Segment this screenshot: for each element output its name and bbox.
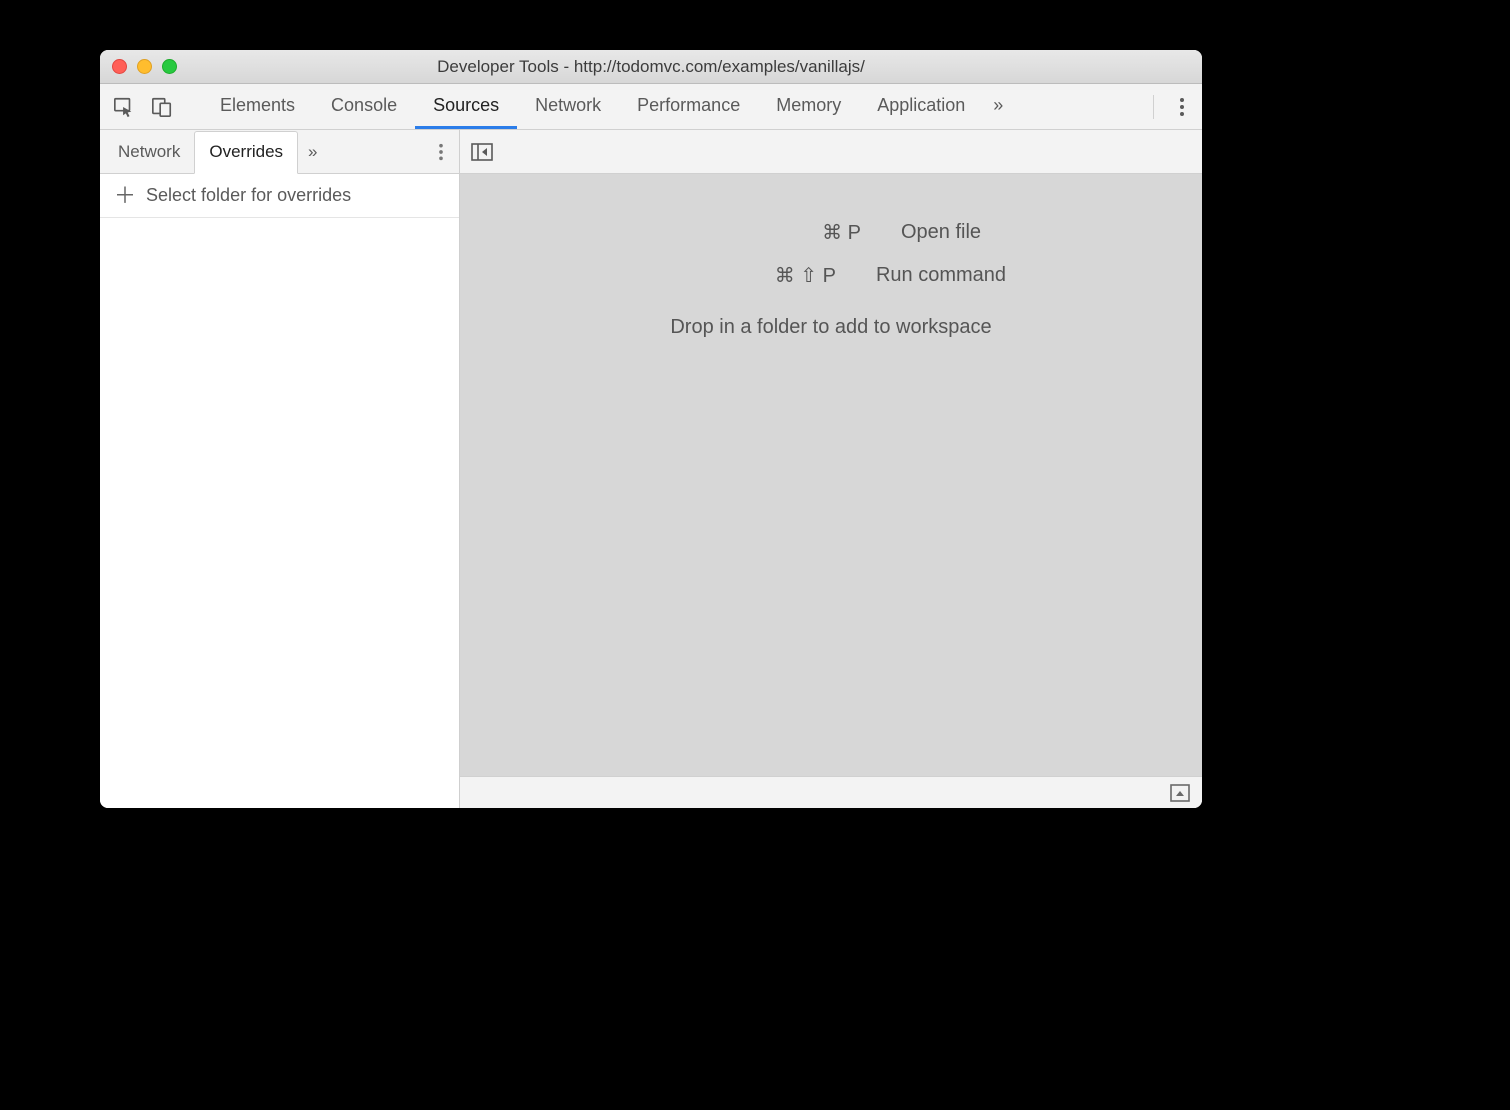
more-options-icon[interactable]: [1170, 95, 1194, 119]
divider: [1153, 95, 1154, 119]
minimize-window-button[interactable]: [137, 59, 152, 74]
devtools-window: Developer Tools - http://todomvc.com/exa…: [100, 50, 1202, 808]
tabs-overflow-button[interactable]: »: [983, 84, 1013, 129]
toolbar-right: [1153, 95, 1194, 119]
plus-icon: ＋: [114, 185, 136, 207]
tab-console[interactable]: Console: [313, 84, 415, 129]
sidebar-tab-label: Network: [118, 142, 180, 162]
shortcut-row: ⌘ P Open file: [681, 220, 981, 245]
close-window-button[interactable]: [112, 59, 127, 74]
shortcut-keys: ⌘ ⇧ P: [656, 263, 836, 288]
sidebar-tabs-overflow-button[interactable]: »: [298, 130, 327, 173]
sidebar-tabs: Network Overrides »: [100, 130, 459, 174]
sidebar-more-icon[interactable]: [429, 140, 453, 164]
chevrons-right-icon: »: [308, 142, 317, 162]
chevrons-right-icon: »: [993, 95, 1003, 116]
titlebar: Developer Tools - http://todomvc.com/exa…: [100, 50, 1202, 84]
tab-network[interactable]: Network: [517, 84, 619, 129]
shortcut-desc: Run command: [876, 264, 1006, 287]
navigator-sidebar: Network Overrides » ＋ Select folder for …: [100, 130, 460, 808]
tab-label: Performance: [637, 95, 740, 116]
sidebar-tab-overrides[interactable]: Overrides: [194, 131, 298, 174]
tab-label: Memory: [776, 95, 841, 116]
tab-label: Application: [877, 95, 965, 116]
tab-application[interactable]: Application: [859, 84, 983, 129]
shortcut-desc: Open file: [901, 221, 981, 244]
main-toolbar: Elements Console Sources Network Perform…: [100, 84, 1202, 130]
shortcut-row: ⌘ ⇧ P Run command: [656, 263, 1006, 288]
sidebar-tab-network[interactable]: Network: [104, 130, 194, 173]
window-controls: [112, 59, 177, 74]
workspace-hint: Drop in a folder to add to workspace: [670, 316, 991, 339]
tab-label: Sources: [433, 95, 499, 116]
show-drawer-icon[interactable]: [1168, 781, 1192, 805]
toggle-navigator-icon[interactable]: [470, 140, 494, 164]
tab-memory[interactable]: Memory: [758, 84, 859, 129]
editor-toolbar: [460, 130, 1202, 174]
shortcut-keys: ⌘ P: [681, 220, 861, 245]
select-folder-label: Select folder for overrides: [146, 185, 351, 206]
editor-footer: [460, 776, 1202, 808]
main-tabs: Elements Console Sources Network Perform…: [202, 84, 1013, 129]
tab-sources[interactable]: Sources: [415, 84, 517, 129]
tab-label: Network: [535, 95, 601, 116]
device-toolbar-icon[interactable]: [150, 95, 174, 119]
editor-empty-state: ⌘ P Open file ⌘ ⇧ P Run command Drop in …: [460, 174, 1202, 776]
editor-area: ⌘ P Open file ⌘ ⇧ P Run command Drop in …: [460, 130, 1202, 808]
tab-label: Elements: [220, 95, 295, 116]
window-title: Developer Tools - http://todomvc.com/exa…: [100, 57, 1202, 77]
inspect-element-icon[interactable]: [112, 95, 136, 119]
toolbar-left-icons: [112, 95, 174, 119]
sidebar-tab-label: Overrides: [209, 142, 283, 162]
tab-elements[interactable]: Elements: [202, 84, 313, 129]
panel-body: Network Overrides » ＋ Select folder for …: [100, 130, 1202, 808]
zoom-window-button[interactable]: [162, 59, 177, 74]
select-folder-for-overrides-button[interactable]: ＋ Select folder for overrides: [100, 174, 459, 218]
tab-label: Console: [331, 95, 397, 116]
tab-performance[interactable]: Performance: [619, 84, 758, 129]
